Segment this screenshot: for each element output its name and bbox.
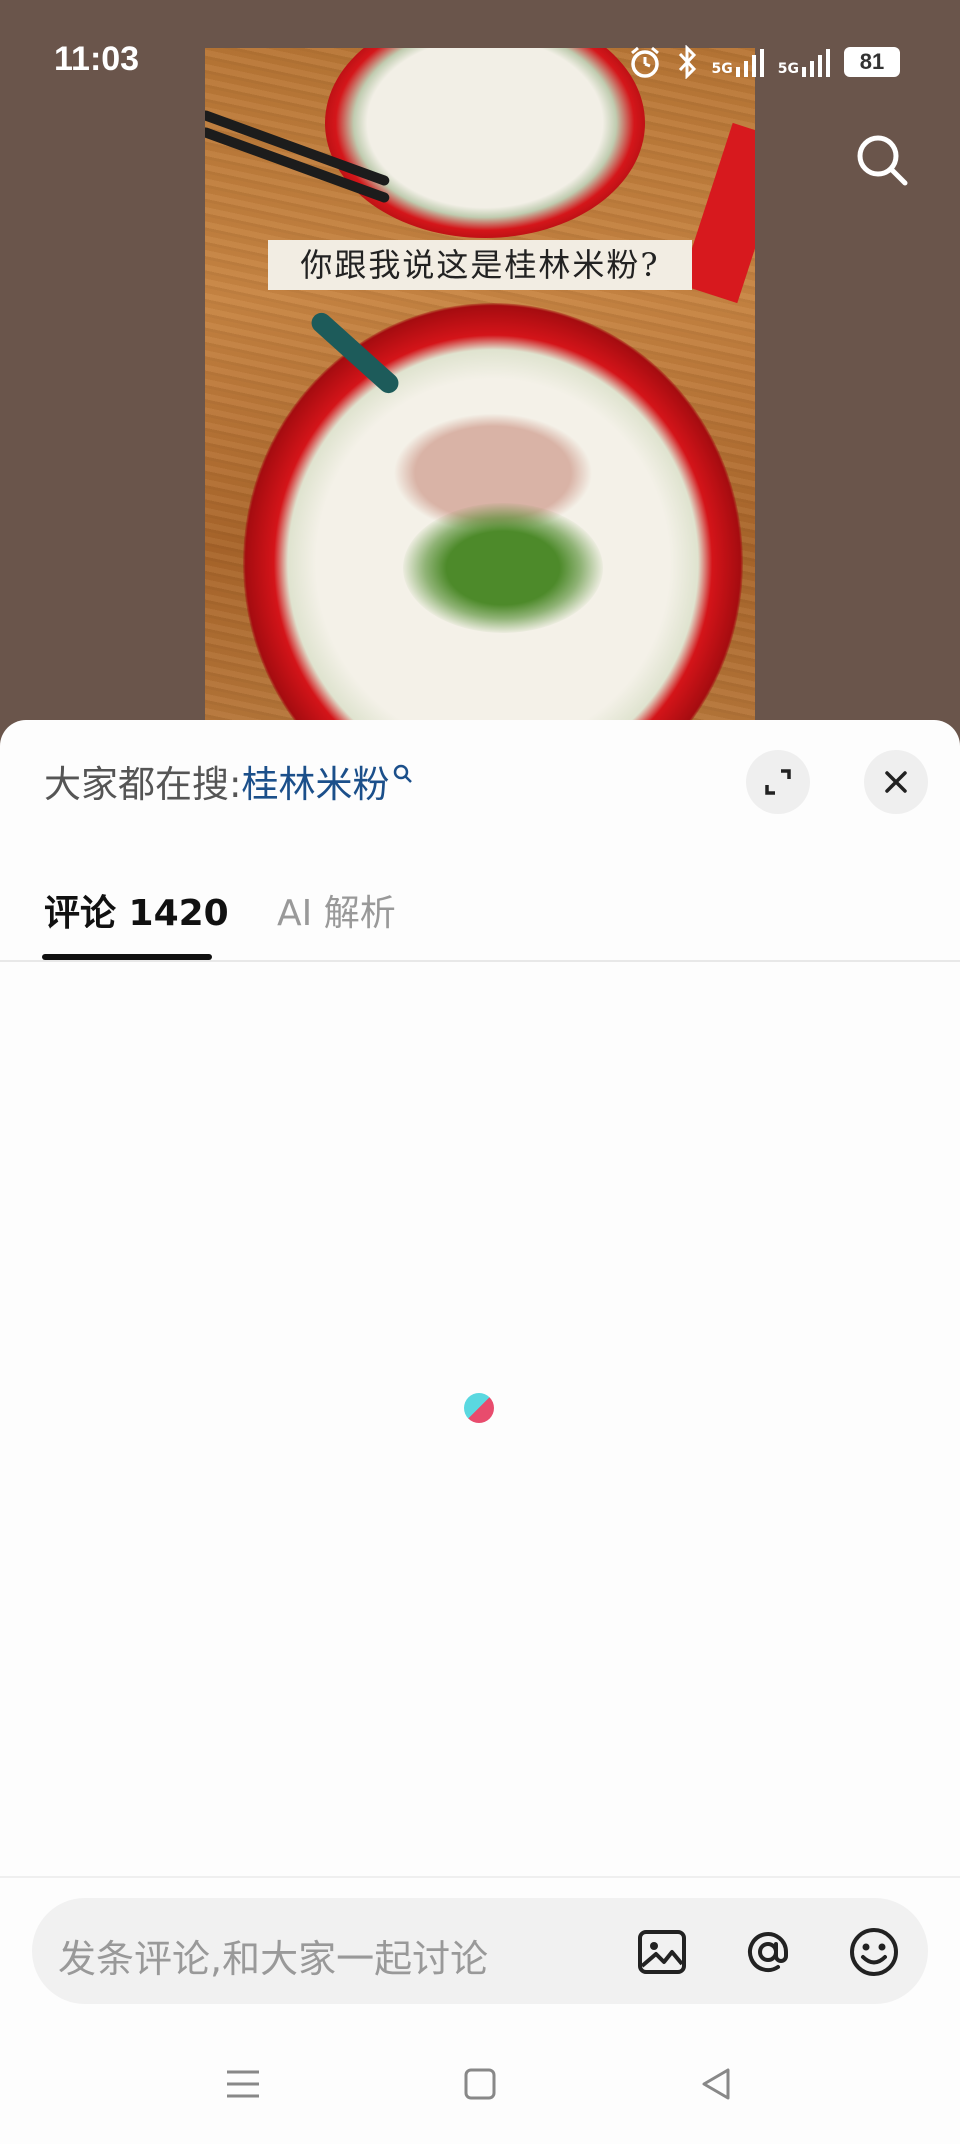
network-type-label: 5G (711, 61, 733, 77)
alarm-icon (630, 46, 659, 78)
status-bar: 11:03 5G 5G 81 (0, 0, 960, 120)
expand-button[interactable] (746, 750, 810, 814)
green-onions (403, 503, 603, 633)
tab-comments[interactable]: 评论 1420 (44, 884, 229, 936)
comment-sheet: 大家都在搜:桂林米粉 评论 1420 AI 解析 发条评论,和大家一起讨论 (0, 720, 960, 2144)
at-icon[interactable] (738, 1922, 798, 1982)
comment-input-bar: 发条评论,和大家一起讨论 (0, 1876, 960, 2006)
battery-indicator: 81 (844, 47, 900, 77)
bluetooth-icon (678, 45, 696, 79)
search-icon[interactable] (852, 130, 912, 190)
trending-search[interactable]: 大家都在搜:桂林米粉 (44, 754, 413, 808)
video-frame[interactable]: 你跟我说这是桂林米粉? (205, 48, 755, 760)
expand-icon (765, 769, 791, 795)
search-icon (394, 764, 413, 783)
status-icons: 5G 5G 81 (628, 42, 900, 82)
comment-tabs: 评论 1420 AI 解析 (0, 840, 960, 962)
video-caption: 你跟我说这是桂林米粉? (268, 240, 692, 290)
comment-input-placeholder: 发条评论,和大家一起讨论 (58, 1937, 489, 1981)
menu-icon[interactable] (223, 2064, 263, 2104)
close-button[interactable] (864, 750, 928, 814)
trending-search-keyword[interactable]: 桂林米粉 (241, 763, 389, 806)
tab-ai-analysis[interactable]: AI 解析 (277, 884, 396, 936)
system-nav-bar (0, 2044, 960, 2124)
comment-input[interactable]: 发条评论,和大家一起讨论 (32, 1898, 928, 2004)
close-icon (885, 771, 907, 793)
signal-bars-icon (802, 49, 830, 77)
image-icon[interactable] (632, 1922, 692, 1982)
network-type-label: 5G (777, 61, 799, 77)
signal-bars-icon (735, 49, 764, 77)
noodle-bowl-main (243, 303, 743, 760)
loading-spinner (464, 1393, 494, 1423)
active-tab-indicator (42, 954, 212, 960)
status-time: 11:03 (54, 40, 140, 78)
signal-2: 5G (778, 47, 830, 77)
home-icon[interactable] (460, 2064, 500, 2104)
emoji-icon[interactable] (844, 1922, 904, 1982)
signal-1: 5G (712, 47, 764, 77)
back-icon[interactable] (696, 2064, 736, 2104)
trending-search-prefix: 大家都在搜: (44, 763, 242, 806)
